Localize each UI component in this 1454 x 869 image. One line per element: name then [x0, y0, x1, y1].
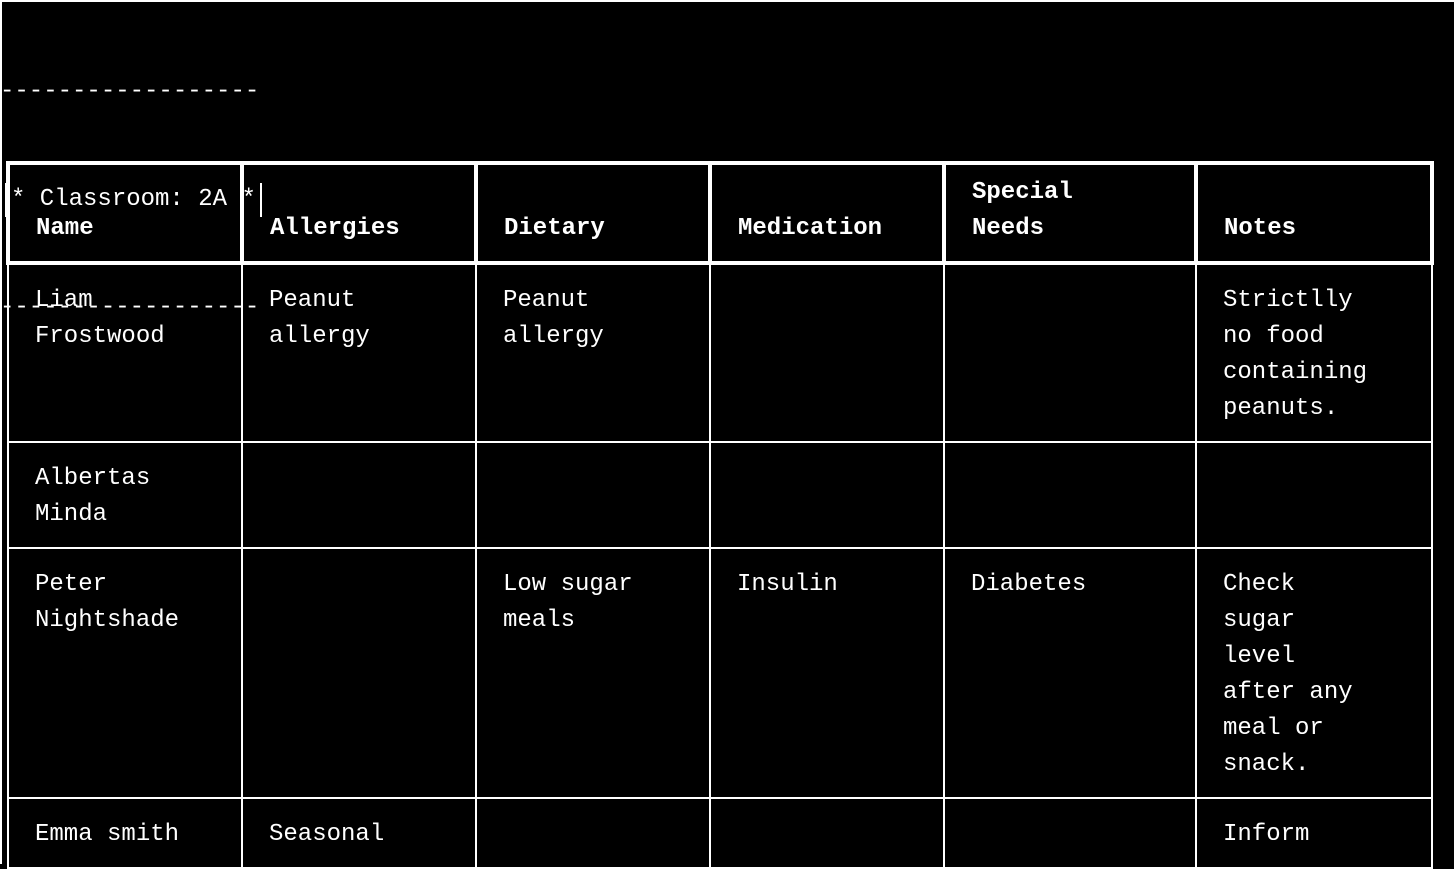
cell-dietary [475, 797, 711, 869]
cell-special-needs [943, 441, 1197, 549]
cell-special-needs: Diabetes [943, 547, 1197, 799]
cell-notes: Check sugar level after any meal or snac… [1195, 547, 1433, 799]
cell-dietary: Peanut allergy [475, 261, 711, 443]
cell-dietary: Low sugar meals [475, 547, 711, 799]
table-row: Albertas Minda [7, 441, 1433, 549]
cell-allergies [241, 547, 477, 799]
column-header-medication: Medication [708, 161, 946, 265]
cell-allergies: Peanut allergy [241, 261, 477, 443]
cell-name: Albertas Minda [7, 441, 243, 549]
cell-medication [709, 261, 945, 443]
cell-name: Emma smith [7, 797, 243, 869]
cell-allergies: Seasonal [241, 797, 477, 869]
student-needs-table: Name Allergies Dietary Medication Specia… [6, 161, 1434, 869]
table-row: Liam Frostwood Peanut allergy Peanut all… [7, 261, 1433, 443]
column-header-special-needs: Special Needs [942, 161, 1198, 265]
column-header-name: Name [6, 161, 244, 265]
cell-special-needs [943, 797, 1197, 869]
column-header-notes: Notes [1194, 161, 1434, 265]
cell-notes [1195, 441, 1433, 549]
cell-medication [709, 441, 945, 549]
table-row: Peter Nightshade Low sugar meals Insulin… [7, 547, 1433, 799]
banner-rule-top: ------------------ [0, 78, 260, 105]
table-row: Emma smith Seasonal Inform [7, 797, 1433, 869]
cell-name: Liam Frostwood [7, 261, 243, 443]
table-header-row: Name Allergies Dietary Medication Specia… [6, 161, 1434, 265]
cell-medication: Insulin [709, 547, 945, 799]
cell-dietary [475, 441, 711, 549]
cell-allergies [241, 441, 477, 549]
cell-notes: Strictlly no food containing peanuts. [1195, 261, 1433, 443]
cell-notes: Inform [1195, 797, 1433, 869]
column-header-allergies: Allergies [240, 161, 478, 265]
column-header-dietary: Dietary [474, 161, 712, 265]
cell-special-needs [943, 261, 1197, 443]
cell-medication [709, 797, 945, 869]
cell-name: Peter Nightshade [7, 547, 243, 799]
